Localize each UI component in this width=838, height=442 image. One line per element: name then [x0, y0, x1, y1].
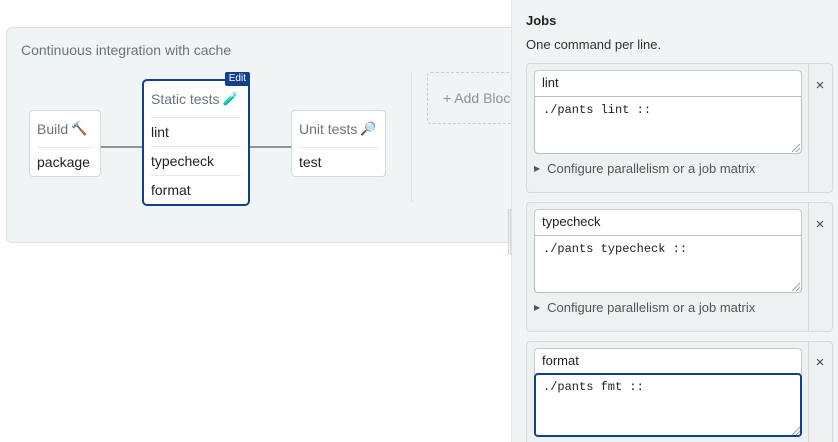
job-command-textarea[interactable]: ./pants typecheck :: — [534, 235, 802, 293]
parallelism-toggle[interactable]: ▶ Configure parallelism or a job matrix — [534, 161, 755, 176]
caret-right-icon: ▶ — [534, 303, 541, 312]
block-static-tests-header: Static tests 🧪 — [151, 81, 241, 117]
remove-job-button[interactable]: × — [812, 355, 828, 371]
block-unit-tests-header: Unit tests 🔎 — [299, 111, 378, 147]
block-static-tests-title: Static tests — [151, 91, 220, 107]
job-name-input[interactable]: lint — [534, 70, 802, 96]
test-tube-icon: 🧪 — [222, 91, 239, 106]
job-card-divider — [808, 203, 809, 331]
resize-grip-icon[interactable] — [792, 427, 800, 435]
edit-badge[interactable]: Edit — [224, 72, 250, 86]
jobs-panel: Jobs One command per line. lint ./pants … — [511, 0, 838, 442]
job-card-format: format ./pants fmt :: × — [526, 341, 833, 442]
job-card-typecheck: typecheck ./pants typecheck :: × ▶ Confi… — [526, 202, 833, 332]
block-job[interactable]: typecheck — [151, 146, 241, 175]
pipeline-canvas: Continuous integration with cache Build … — [6, 27, 537, 243]
pipeline-title: Continuous integration with cache — [21, 42, 232, 58]
job-command-textarea[interactable]: ./pants lint :: — [534, 96, 802, 154]
job-card-divider — [808, 64, 809, 192]
remove-job-button[interactable]: × — [812, 217, 828, 233]
canvas-divider — [411, 72, 412, 202]
block-job[interactable]: format — [151, 175, 241, 204]
block-unit-tests-title: Unit tests — [299, 121, 358, 137]
remove-job-button[interactable]: × — [812, 78, 828, 94]
block-job[interactable]: test — [299, 147, 378, 176]
block-build[interactable]: Build 🔨 package — [29, 110, 101, 177]
job-name-input[interactable]: format — [534, 348, 802, 374]
block-build-title: Build — [37, 121, 69, 137]
panel-subtitle: One command per line. — [526, 37, 662, 52]
job-command-textarea[interactable]: ./pants fmt :: — [534, 373, 802, 437]
hammer-icon: 🔨 — [71, 121, 88, 136]
resize-grip-icon[interactable] — [792, 283, 800, 291]
block-static-tests[interactable]: Edit Static tests 🧪 lint typecheck forma… — [142, 72, 250, 206]
connector-static-unit — [249, 146, 293, 148]
block-job[interactable]: package — [37, 147, 93, 176]
parallelism-label: Configure parallelism or a job matrix — [547, 300, 756, 315]
block-build-header: Build 🔨 — [37, 111, 93, 147]
connector-build-static — [99, 146, 145, 148]
panel-title: Jobs — [526, 13, 557, 28]
block-unit-tests[interactable]: Unit tests 🔎 test — [291, 110, 386, 177]
block-job[interactable]: lint — [151, 117, 241, 146]
caret-right-icon: ▶ — [534, 164, 541, 173]
resize-grip-icon[interactable] — [792, 144, 800, 152]
parallelism-toggle[interactable]: ▶ Configure parallelism or a job matrix — [534, 300, 755, 315]
magnifier-icon: 🔎 — [360, 121, 377, 136]
parallelism-label: Configure parallelism or a job matrix — [547, 161, 756, 176]
job-card-lint: lint ./pants lint :: × ▶ Configure paral… — [526, 63, 833, 193]
job-card-divider — [808, 342, 809, 442]
job-name-input[interactable]: typecheck — [534, 209, 802, 235]
